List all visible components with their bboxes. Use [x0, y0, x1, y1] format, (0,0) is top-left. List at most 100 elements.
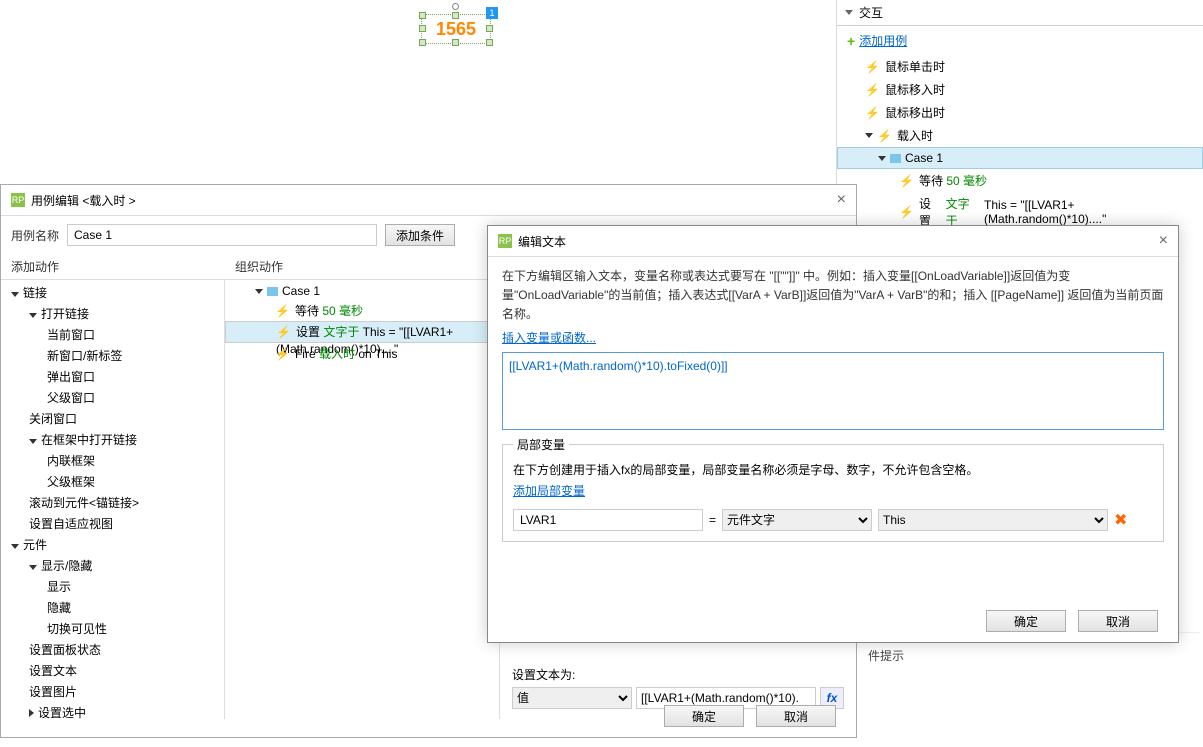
triangle-down-icon	[865, 133, 873, 138]
case-icon	[267, 287, 278, 296]
triangle-down-icon	[29, 313, 37, 318]
org-case-row[interactable]: Case 1	[225, 282, 499, 300]
tree-cur-win[interactable]: 当前窗口	[1, 324, 224, 345]
bolt-icon: ⚡	[877, 129, 892, 143]
event-label: 载入时	[897, 127, 933, 144]
tree-close-win[interactable]: 关闭窗口	[1, 408, 224, 429]
text-editor-dialog: RP 编辑文本 × 在下方编辑区输入文本，变量名称或表达式要写在 "[[""]]…	[487, 225, 1179, 643]
action-row-wait[interactable]: ⚡等待 50 毫秒	[837, 169, 1203, 192]
action-tree[interactable]: 链接 打开链接 当前窗口 新窗口/新标签 弹出窗口 父级窗口 关闭窗口 在框架中…	[1, 280, 225, 719]
dialog-title: 编辑文本	[518, 233, 566, 250]
tree-open-link[interactable]: 打开链接	[1, 303, 224, 324]
tree-inline-frame[interactable]: 内联框架	[1, 450, 224, 471]
bolt-icon: ⚡	[865, 106, 880, 120]
org-case-label: Case 1	[282, 284, 320, 298]
cancel-button[interactable]: 取消	[756, 705, 836, 727]
resize-handle-mr[interactable]	[486, 25, 493, 32]
expression-input[interactable]: [[LVAR1+(Math.random()*10).toFixed(0)]]	[502, 352, 1164, 430]
tree-links[interactable]: 链接	[1, 282, 224, 303]
var-name-input[interactable]	[513, 509, 703, 531]
event-row-click[interactable]: ⚡鼠标单击时	[837, 55, 1203, 78]
resize-handle-br[interactable]	[486, 39, 493, 46]
tree-new-win[interactable]: 新窗口/新标签	[1, 345, 224, 366]
action-text: 文字于	[946, 195, 981, 229]
add-case-link[interactable]: 添加用例	[859, 32, 907, 49]
org-action-fire[interactable]: ⚡Fire 载入时 on This	[225, 343, 499, 364]
ok-button[interactable]: 确定	[664, 705, 744, 727]
resize-handle-ml[interactable]	[419, 25, 426, 32]
var-type-select[interactable]: 元件文字	[722, 509, 872, 531]
tree-show-hide[interactable]: 显示/隐藏	[1, 555, 224, 576]
resize-handle-tl[interactable]	[419, 12, 426, 19]
resize-handle-tm[interactable]	[452, 12, 459, 19]
tree-popup[interactable]: 弹出窗口	[1, 366, 224, 387]
plus-icon: +	[847, 33, 855, 49]
tree-panel-state[interactable]: 设置面板状态	[1, 639, 224, 660]
action-label: 等待	[919, 172, 943, 189]
action-value: 50 毫秒	[946, 172, 987, 189]
tree-parent-frame[interactable]: 父级框架	[1, 471, 224, 492]
resize-handle-bl[interactable]	[419, 39, 426, 46]
equals-label: =	[709, 513, 716, 527]
app-icon: RP	[498, 234, 512, 248]
local-vars-fieldset: 局部变量 在下方创建用于插入fx的局部变量，局部变量名称必须是字母、数字，不允许…	[502, 436, 1164, 542]
bolt-icon: ⚡	[276, 325, 291, 339]
add-local-var-link[interactable]: 添加局部变量	[513, 482, 585, 499]
action-value: This = "[[LVAR1+(Math.random()*10)...."	[984, 198, 1191, 226]
config-label: 设置文本为:	[512, 666, 844, 683]
case-editor-titlebar[interactable]: RP 用例编辑 <载入时 > ×	[1, 185, 856, 216]
case-name-input[interactable]	[67, 224, 377, 246]
event-label: 鼠标单击时	[885, 58, 945, 75]
insert-var-link[interactable]: 插入变量或函数...	[488, 331, 610, 345]
triangle-down-icon	[29, 439, 37, 444]
canvas-selected-widget[interactable]: 1 1565	[424, 17, 488, 41]
config-type-select[interactable]: 值	[512, 687, 632, 709]
section-title: 交互	[859, 4, 883, 21]
bolt-icon: ⚡	[899, 205, 914, 219]
org-action-settext[interactable]: ⚡设置 文字于 This = "[[LVAR1+(Math.random()*1…	[225, 321, 499, 343]
tree-parent-win[interactable]: 父级窗口	[1, 387, 224, 408]
tree-widgets[interactable]: 元件	[1, 534, 224, 555]
tree-set-text[interactable]: 设置文本	[1, 660, 224, 681]
col-header-organize-action: 组织动作	[225, 254, 293, 279]
chevron-down-icon	[845, 10, 853, 15]
event-row-mouseleave[interactable]: ⚡ 鼠标移出时	[837, 101, 1203, 124]
event-label: 鼠标移入时	[885, 81, 945, 98]
ok-button[interactable]: 确定	[986, 610, 1066, 632]
tree-toggle-vis[interactable]: 切换可见性	[1, 618, 224, 639]
tree-set-sel[interactable]: 设置选中	[1, 702, 224, 719]
resize-handle-bm[interactable]	[452, 39, 459, 46]
bolt-icon: ⚡	[275, 347, 290, 361]
interactions-section-header[interactable]: 交互	[837, 0, 1203, 26]
expression-text: [[LVAR1+(Math.random()*10).toFixed(0)]]	[509, 359, 728, 373]
triangle-down-icon	[255, 289, 263, 294]
add-condition-button[interactable]: 添加条件	[385, 224, 455, 246]
case-row[interactable]: Case 1	[837, 147, 1203, 169]
close-icon[interactable]: ×	[1159, 232, 1168, 250]
app-icon: RP	[11, 193, 25, 207]
bolt-icon: ⚡	[865, 83, 880, 97]
tree-hide[interactable]: 隐藏	[1, 597, 224, 618]
tree-show[interactable]: 显示	[1, 576, 224, 597]
tree-open-frame[interactable]: 在框架中打开链接	[1, 429, 224, 450]
tree-adaptive[interactable]: 设置自适应视图	[1, 513, 224, 534]
tree-scroll-anchor[interactable]: 滚动到元件<锚链接>	[1, 492, 224, 513]
rotate-handle[interactable]	[452, 3, 459, 10]
event-label: 鼠标移出时	[885, 104, 945, 121]
cancel-button[interactable]: 取消	[1078, 610, 1158, 632]
delete-var-icon[interactable]: ✖	[1114, 510, 1127, 530]
text-editor-titlebar[interactable]: RP 编辑文本 ×	[488, 226, 1178, 257]
action-label: 设置	[919, 195, 942, 229]
var-target-select[interactable]: This	[878, 509, 1108, 531]
dialog-title: 用例编辑 <载入时 >	[31, 192, 136, 209]
add-case-row[interactable]: + 添加用例	[837, 26, 1203, 55]
case-icon	[890, 154, 901, 163]
interactions-panel: 交互 + 添加用例 ⚡鼠标单击时 ⚡鼠标移入时 ⚡鼠标移出时 ⚡载入时 Case…	[836, 0, 1203, 255]
event-row-load[interactable]: ⚡ 载入时	[837, 124, 1203, 147]
triangle-down-icon	[878, 156, 886, 161]
local-vars-legend: 局部变量	[513, 436, 569, 453]
tree-set-image[interactable]: 设置图片	[1, 681, 224, 702]
org-action-wait[interactable]: ⚡等待 50 毫秒	[225, 300, 499, 321]
event-row-mouseenter[interactable]: ⚡ 鼠标移入时	[837, 78, 1203, 101]
close-icon[interactable]: ×	[837, 191, 846, 209]
